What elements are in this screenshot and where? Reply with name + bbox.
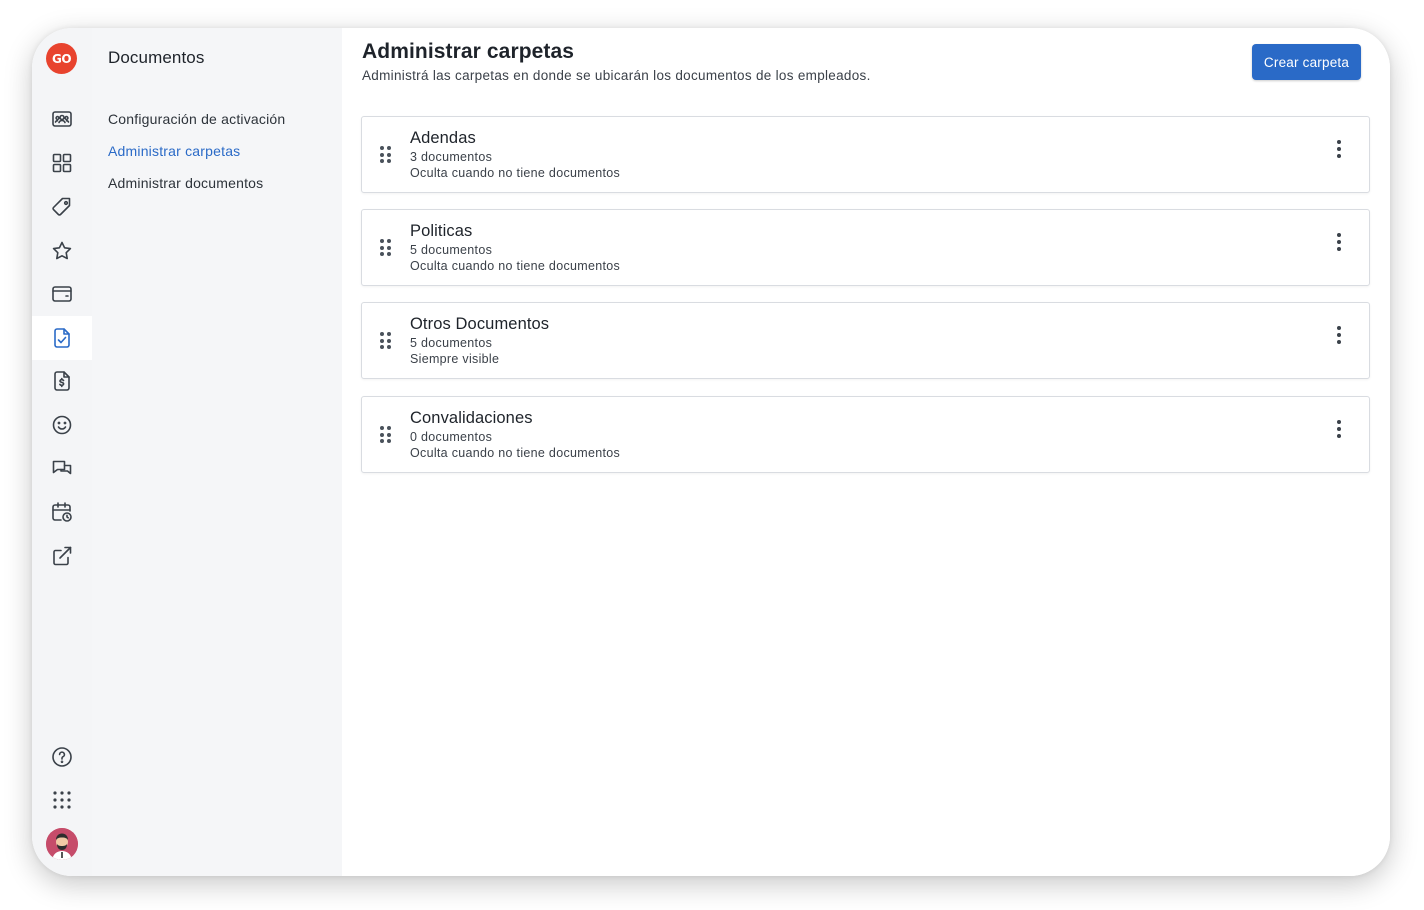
help-icon[interactable] <box>32 735 92 779</box>
more-options-icon[interactable] <box>1327 417 1351 441</box>
documents-subnav: Documentos Configuración de activación A… <box>92 28 342 876</box>
apps-grid-icon[interactable] <box>32 778 92 822</box>
more-options-icon[interactable] <box>1327 323 1351 347</box>
folder-card[interactable]: Politicas 5 documentos Oculta cuando no … <box>361 209 1370 286</box>
avatar[interactable] <box>46 828 78 860</box>
document-dollar-icon[interactable] <box>32 359 92 403</box>
folder-card[interactable]: Adendas 3 documentos Oculta cuando no ti… <box>361 116 1370 193</box>
folder-card[interactable]: Otros Documentos 5 documentos Siempre vi… <box>361 302 1370 379</box>
document-check-icon[interactable] <box>32 316 92 360</box>
wallet-icon[interactable] <box>32 272 92 316</box>
subnav-title: Documentos <box>108 48 205 67</box>
chat-icon[interactable] <box>32 447 92 491</box>
folder-name: Politicas <box>410 222 473 240</box>
subnav-item-activation-config[interactable]: Configuración de activación <box>108 111 285 127</box>
folder-name: Otros Documentos <box>410 315 550 333</box>
logo-text: GO <box>51 51 72 66</box>
page-subtitle: Administrá las carpetas en donde se ubic… <box>362 68 871 83</box>
star-icon[interactable] <box>32 229 92 273</box>
external-link-icon[interactable] <box>32 534 92 578</box>
folder-name: Adendas <box>410 129 476 147</box>
folder-name: Convalidaciones <box>410 409 533 427</box>
folder-count: 5 documentos <box>410 336 493 350</box>
subnav-item-manage-documents[interactable]: Administrar documentos <box>108 175 263 191</box>
drag-handle-icon[interactable] <box>380 239 392 257</box>
drag-handle-icon[interactable] <box>380 146 392 164</box>
people-card-icon[interactable] <box>32 97 92 141</box>
drag-handle-icon[interactable] <box>380 332 392 350</box>
folder-card[interactable]: Convalidaciones 0 documentos Oculta cuan… <box>361 396 1370 473</box>
avatar-image <box>46 828 78 860</box>
folder-visibility: Oculta cuando no tiene documentos <box>410 446 621 460</box>
grid-icon[interactable] <box>32 141 92 185</box>
folder-visibility: Oculta cuando no tiene documentos <box>410 259 621 273</box>
subnav-item-manage-folders[interactable]: Administrar carpetas <box>108 143 240 159</box>
folder-visibility: Siempre visible <box>410 352 500 366</box>
smiley-icon[interactable] <box>32 403 92 447</box>
page-title: Administrar carpetas <box>362 40 575 63</box>
folder-count: 3 documentos <box>410 150 493 164</box>
more-options-icon[interactable] <box>1327 230 1351 254</box>
more-options-icon[interactable] <box>1327 137 1351 161</box>
app-logo[interactable]: GO <box>46 43 77 74</box>
drag-handle-icon[interactable] <box>380 426 392 444</box>
tag-icon[interactable] <box>32 185 92 229</box>
folder-visibility: Oculta cuando no tiene documentos <box>410 166 621 180</box>
folder-count: 0 documentos <box>410 430 493 444</box>
folder-count: 5 documentos <box>410 243 493 257</box>
main-content: Administrar carpetas Administrá las carp… <box>342 28 1390 876</box>
calendar-clock-icon[interactable] <box>32 490 92 534</box>
icon-rail: GO <box>32 28 92 876</box>
create-folder-button[interactable]: Crear carpeta <box>1252 44 1361 80</box>
app-window: GO Documentos Configuración de activació… <box>32 28 1390 876</box>
